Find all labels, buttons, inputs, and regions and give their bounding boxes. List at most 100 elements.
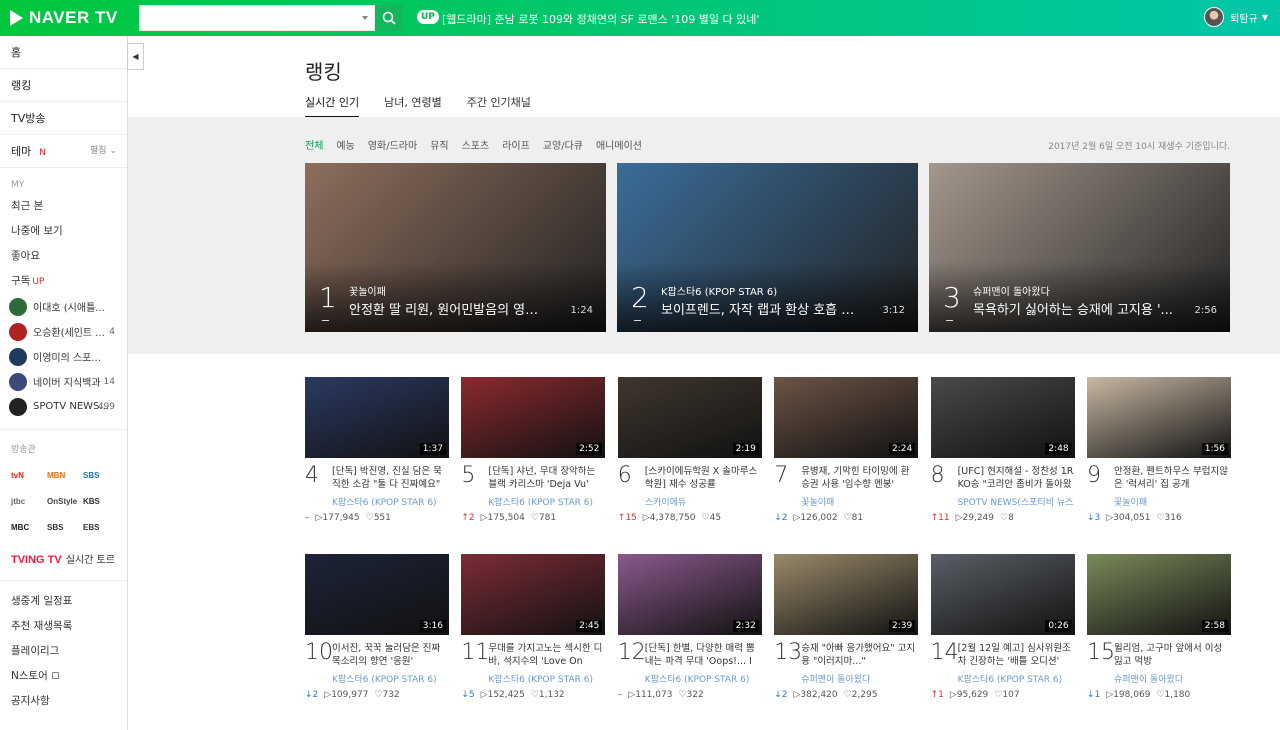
- channel-name[interactable]: 꽃놀이패: [349, 283, 386, 298]
- category-tab[interactable]: 전체: [305, 137, 323, 152]
- ranking-video-card[interactable]: 2:39 13 승재 "아빠 응가했어요" 고지용 "이러지마..." 슈퍼맨이 돌아…: [774, 554, 919, 704]
- ranking-video-card[interactable]: 2:58 15 윌리엄, 고구마 앞에서 이성잃고 먹방 슈퍼맨이 돌아왔다 ↓1 ▷19…: [1087, 554, 1231, 704]
- sidebar-item-home[interactable]: 홈: [0, 36, 127, 69]
- video-thumbnail[interactable]: 0:26: [930, 554, 1075, 635]
- top-video-card[interactable]: 3 슈퍼맨이 돌아왔다 목욕하기 싫어하는 승재에 고지용 '... 2:56: [929, 163, 1230, 332]
- user-menu[interactable]: 퇴탐규 ▼: [1204, 7, 1268, 27]
- video-title[interactable]: 무대를 가지고노는 섹시한 디바, 석지수의 'Love On: [488, 642, 604, 668]
- subscription-item[interactable]: 이영미의 스포...: [0, 344, 127, 369]
- video-thumbnail[interactable]: 2:19: [617, 377, 762, 458]
- category-tab[interactable]: 예능: [336, 137, 354, 152]
- tab-weekly-channel[interactable]: 주간 인기채널: [467, 94, 531, 118]
- video-title[interactable]: [스카이에듀학원 X 솔마루스학원] 재수 성공률: [645, 465, 761, 491]
- tab-realtime[interactable]: 실시간 인기: [305, 94, 360, 118]
- top-video-card[interactable]: 2 K팝스타6 (KPOP STAR 6) 보이프렌드, 자작 랩과 환상 호흡 돋…: [617, 163, 918, 332]
- video-title[interactable]: 윌리엄, 고구마 앞에서 이성잃고 먹방: [1114, 642, 1230, 668]
- sidebar-item-tv[interactable]: TV방송: [0, 102, 127, 135]
- video-thumbnail[interactable]: 2:45: [461, 554, 606, 635]
- channel-name[interactable]: 꽃놀이패: [1114, 495, 1230, 508]
- channel-name[interactable]: K팝스타6 (KPOP STAR 6): [332, 672, 448, 685]
- ranking-video-card[interactable]: 2:45 11 무대를 가지고노는 섹시한 디바, 석지수의 'Love On K팝스…: [461, 554, 606, 704]
- sidebar-item-subscribe[interactable]: 구독 UP: [0, 269, 127, 294]
- video-thumbnail[interactable]: 2:52: [461, 377, 606, 458]
- video-title[interactable]: [2월 12일 예고] 심사위원조차 긴장하는 '배틀 오디션': [958, 642, 1074, 668]
- subscription-item[interactable]: 이대호 (시애틀...: [0, 294, 127, 319]
- channel-name[interactable]: K팝스타6 (KPOP STAR 6): [488, 495, 604, 508]
- sidebar-link-playleague[interactable]: 플레이리그: [0, 639, 127, 664]
- ranking-video-card[interactable]: 2:32 12 [단독] 한별, 다양한 매력 뽐내는 파격 무대 'Oops!..…: [617, 554, 762, 704]
- subscription-item[interactable]: SPOTV NEWS... 499: [0, 394, 127, 419]
- channel-name[interactable]: 꽃놀이패: [801, 495, 917, 508]
- ranking-video-card[interactable]: 0:26 14 [2월 12일 예고] 심사위원조차 긴장하는 '배틀 오디션' K팝…: [930, 554, 1075, 704]
- sidebar-link-nstore[interactable]: N스토어: [0, 664, 127, 689]
- category-tab[interactable]: 영화/드라마: [368, 137, 417, 152]
- category-tab[interactable]: 스포츠: [462, 137, 490, 152]
- channel-name[interactable]: K팝스타6 (KPOP STAR 6): [332, 495, 448, 508]
- video-title[interactable]: 안정환, 펜트하우스 부럽지않은 '럭셔리' 집 공개: [1114, 465, 1230, 491]
- video-title[interactable]: [UFC] 현지해설 - 정찬성 1R KO승 "코리안 좀비가 돌아왔: [958, 465, 1074, 491]
- search-input[interactable]: [140, 6, 355, 30]
- ranking-video-card[interactable]: 2:52 5 [단독] 샤넌, 무대 장악하는 블랙 카리스마 'Deja Vu' K…: [461, 377, 606, 527]
- channel-name[interactable]: K팝스타6 (KPOP STAR 6): [488, 672, 604, 685]
- headline-link[interactable]: [웹드라마] 춘남 로봇 109와 정채연의 SF 로맨스 '109 별일 다 …: [442, 11, 759, 27]
- sidebar-item-theme[interactable]: 테마 N 펼침 ⌄: [0, 135, 127, 168]
- broadcaster-logo[interactable]: SBS: [47, 517, 83, 537]
- broadcaster-logo[interactable]: KBS: [83, 491, 119, 511]
- channel-name[interactable]: K팝스타6 (KPOP STAR 6): [645, 672, 761, 685]
- broadcaster-logo[interactable]: MBN: [47, 465, 83, 485]
- subscription-item[interactable]: 네이버 지식백과 14: [0, 369, 127, 394]
- video-thumbnail[interactable]: 2:39: [774, 554, 919, 635]
- ranking-video-card[interactable]: 1:56 9 안정환, 펜트하우스 부럽지않은 '럭셔리' 집 공개 꽃놀이패 ↓3 ▷3…: [1087, 377, 1231, 527]
- broadcaster-logo[interactable]: jtbc: [11, 491, 47, 511]
- video-thumbnail[interactable]: 1:56: [1087, 377, 1231, 458]
- ranking-video-card[interactable]: 1:37 4 [단독] 박진영, 진실 담은 묵직한 소감 "둘 다 진짜예요" K팝…: [305, 377, 449, 527]
- video-title[interactable]: 목욕하기 싫어하는 승재에 고지용 '...: [973, 299, 1173, 318]
- search-dropdown-icon[interactable]: [362, 16, 368, 20]
- video-thumbnail[interactable]: 2:24: [774, 377, 919, 458]
- naver-tv-logo[interactable]: NAVER TV: [10, 8, 118, 28]
- sidebar-item-watch-later[interactable]: 나중에 보기: [0, 219, 127, 244]
- channel-name[interactable]: 스카이에듀: [645, 495, 761, 508]
- category-tab[interactable]: 라이프: [502, 137, 530, 152]
- expand-toggle[interactable]: 펼침 ⌄: [90, 135, 117, 168]
- top-video-card[interactable]: 1 꽃놀이패 안정환 딸 리원, 원어민발음의 영어... 1:24: [305, 163, 606, 332]
- channel-name[interactable]: 슈퍼맨이 돌아왔다: [801, 672, 917, 685]
- channel-name[interactable]: K팝스타6 (KPOP STAR 6): [958, 672, 1074, 685]
- channel-name[interactable]: 슈퍼맨이 돌아왔다: [973, 283, 1050, 298]
- tving-link[interactable]: TVING TV 실시간 토르: [0, 537, 127, 566]
- subscription-item[interactable]: 오승환(세인트 ... 4: [0, 319, 127, 344]
- video-title[interactable]: 보이프렌드, 자작 랩과 환상 호흡 돋...: [661, 299, 861, 318]
- broadcaster-logo[interactable]: MBC: [11, 517, 47, 537]
- broadcaster-logo[interactable]: tvN: [11, 465, 47, 485]
- video-thumbnail[interactable]: 1:37: [305, 377, 449, 458]
- video-thumbnail[interactable]: 3:16: [305, 554, 449, 635]
- sidebar-link-playlists[interactable]: 추천 재생목록: [0, 614, 127, 639]
- video-title[interactable]: [단독] 샤넌, 무대 장악하는 블랙 카리스마 'Deja Vu': [488, 465, 604, 491]
- ranking-video-card[interactable]: 3:16 10 이서진, 꾹꾹 눌러담은 진짜목소리의 향연 '응원' K팝스타6 (…: [305, 554, 449, 704]
- ranking-video-card[interactable]: 2:48 8 [UFC] 현지해설 - 정찬성 1R KO승 "코리안 좀비가 돌아…: [930, 377, 1075, 527]
- video-title[interactable]: 유병재, 기막힌 타이밍에 환승권 사용 '임수향 멘붕': [801, 465, 917, 491]
- video-title[interactable]: [단독] 한별, 다양한 매력 뽐내는 파격 무대 'Oops!... I: [645, 642, 761, 668]
- sidebar-item-recent[interactable]: 최근 본: [0, 194, 127, 219]
- video-title[interactable]: 승재 "아빠 응가했어요" 고지용 "이러지마...": [801, 642, 917, 668]
- channel-name[interactable]: SPOTV NEWS(스포티비 뉴스): [958, 495, 1074, 508]
- ranking-video-card[interactable]: 2:24 7 유병재, 기막힌 타이밍에 환승권 사용 '임수향 멘붕' 꽃놀이패 ↓2…: [774, 377, 919, 527]
- channel-name[interactable]: K팝스타6 (KPOP STAR 6): [661, 283, 777, 298]
- category-tab[interactable]: 교양/다큐: [543, 137, 583, 152]
- video-title[interactable]: [단독] 박진영, 진실 담은 묵직한 소감 "둘 다 진짜예요": [332, 465, 448, 491]
- tab-gender-age[interactable]: 남녀, 연령별: [384, 94, 442, 118]
- broadcaster-logo[interactable]: OnStyle: [47, 491, 83, 511]
- channel-name[interactable]: 슈퍼맨이 돌아왔다: [1114, 672, 1230, 685]
- video-title[interactable]: 안정환 딸 리원, 원어민발음의 영어...: [349, 299, 549, 318]
- sidebar-item-ranking[interactable]: 랭킹: [0, 69, 127, 102]
- video-title[interactable]: 이서진, 꾹꾹 눌러담은 진짜목소리의 향연 '응원': [332, 642, 448, 668]
- category-tab[interactable]: 뮤직: [430, 137, 448, 152]
- search-button[interactable]: [375, 5, 403, 31]
- sidebar-item-likes[interactable]: 좋아요: [0, 244, 127, 269]
- video-thumbnail[interactable]: 2:32: [617, 554, 762, 635]
- ranking-video-card[interactable]: 2:19 6 [스카이에듀학원 X 솔마루스학원] 재수 성공률 스카이에듀 ↑15 ▷4…: [617, 377, 762, 527]
- sidebar-link-live-schedule[interactable]: 생중계 일정표: [0, 589, 127, 614]
- video-thumbnail[interactable]: 2:58: [1087, 554, 1231, 635]
- category-tab[interactable]: 애니메이션: [596, 137, 642, 152]
- sidebar-link-notice[interactable]: 공지사항: [0, 689, 127, 714]
